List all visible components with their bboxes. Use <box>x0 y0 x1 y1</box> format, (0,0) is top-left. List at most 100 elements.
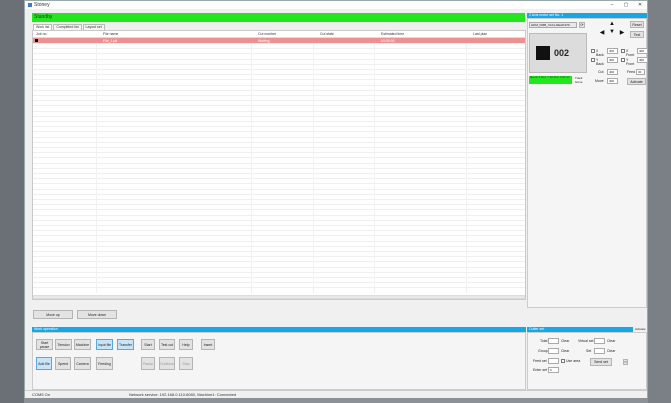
set-label: Set <box>586 349 592 353</box>
close-button[interactable]: ✕ <box>633 1 647 9</box>
grid-line <box>33 188 525 190</box>
window-title: Stoney <box>34 2 50 8</box>
grid-column-line <box>313 43 314 293</box>
machine-panel: HDM_DMB_C101-DEAD37D ⟳ 002 ▲ ◀ ▼ ▶ Reset… <box>527 18 648 308</box>
start-pause-button[interactable]: Start pause <box>36 339 53 350</box>
col-last-plan[interactable]: Last plan <box>473 32 487 36</box>
arrow-right-icon[interactable]: ▶ <box>619 29 625 36</box>
virtual-set-clear-button[interactable]: Clear <box>607 339 615 343</box>
device-select[interactable]: HDM_DMB_C101-DEAD37D <box>529 22 577 28</box>
use-area-checkbox[interactable] <box>561 359 565 363</box>
grid-column-line <box>374 43 375 293</box>
send-set-button[interactable]: Send set <box>590 358 612 366</box>
feed-set-input[interactable] <box>548 358 559 364</box>
feeding-button[interactable]: Feeding <box>96 357 113 370</box>
continue-button[interactable]: Continue <box>159 357 175 370</box>
feed-input[interactable]: 30 <box>636 69 645 75</box>
grid-column-line <box>466 43 467 293</box>
grid-line <box>33 110 525 112</box>
set-input[interactable] <box>594 348 605 354</box>
total-input[interactable] <box>548 338 559 344</box>
virtual-set-label: Virtual set <box>578 339 594 343</box>
grid-line <box>33 261 525 263</box>
grid-line <box>33 235 525 237</box>
grid-line <box>33 121 525 122</box>
move-up-button[interactable]: Move up <box>33 310 73 319</box>
tension-button[interactable]: Tension <box>55 339 72 350</box>
grid-line <box>33 183 525 185</box>
y-back-checkbox[interactable] <box>591 58 595 62</box>
move-down-button[interactable]: Move down <box>77 310 117 319</box>
grid-line <box>33 69 525 70</box>
grid-line <box>33 48 525 50</box>
activate-machine-button[interactable]: Activate <box>627 78 646 85</box>
x-front-checkbox[interactable] <box>621 49 625 53</box>
app-window: Stoney – ▢ ✕ Standby Work list Completed … <box>24 0 648 398</box>
move-label: Move <box>595 79 604 83</box>
machine-button[interactable]: Machine <box>74 339 91 350</box>
speed-button[interactable]: Speed <box>55 357 71 370</box>
camera-button[interactable]: Camera <box>74 357 91 370</box>
cell-cut-state: Waiting <box>258 38 270 43</box>
grid-line <box>33 287 525 289</box>
status-network: Network service: 192.168.0.110:6080, Mac… <box>129 392 237 397</box>
enter-set-input[interactable]: 0 <box>548 367 559 373</box>
minimize-button[interactable]: – <box>605 1 619 9</box>
col-cut-state[interactable]: Cut state <box>320 32 334 36</box>
stop-button[interactable]: Stop <box>179 357 193 370</box>
title-bar: Stoney – ▢ ✕ <box>25 1 647 9</box>
grid-line <box>33 240 525 242</box>
y-front-input[interactable]: 400 <box>637 57 648 63</box>
job-table[interactable]: Job no. File name Cut number Cut state E… <box>32 30 526 300</box>
col-estimated-time[interactable]: Estimated time <box>381 32 404 36</box>
set-clear-button[interactable]: Clear <box>607 349 615 353</box>
horizontal-scrollbar[interactable] <box>33 295 525 299</box>
pause-button[interactable]: Pause <box>141 357 155 370</box>
move-input[interactable]: 400 <box>607 78 618 84</box>
grid-line <box>33 271 525 273</box>
x-back-input[interactable]: 400 <box>607 48 618 54</box>
group-input[interactable] <box>548 348 559 354</box>
total-clear-button[interactable]: Clear <box>561 339 569 343</box>
row-marker-icon <box>35 39 38 42</box>
input-file-button[interactable]: Input file <box>96 339 113 350</box>
add-file-button[interactable]: Add file <box>36 357 52 370</box>
group-clear-button[interactable]: Clear <box>561 349 569 353</box>
y-front-checkbox[interactable] <box>621 58 625 62</box>
grid-line <box>33 162 525 164</box>
col-file-name[interactable]: File name <box>103 32 118 36</box>
grid-line <box>33 147 525 148</box>
x-back-checkbox[interactable] <box>591 49 595 53</box>
grid-line <box>33 282 525 284</box>
small-toggle-button[interactable]: ▭ <box>623 359 628 365</box>
help-button[interactable]: Help <box>179 339 193 350</box>
refresh-icon[interactable]: ⟳ <box>579 22 585 28</box>
col-job-no[interactable]: Job no. <box>36 32 47 36</box>
grid-column-line <box>96 43 97 293</box>
display-value: 002 <box>554 48 570 58</box>
transfer-button[interactable]: Transfer <box>117 339 134 350</box>
insert-button[interactable]: Insert <box>201 339 215 350</box>
y-back-input[interactable]: 400 <box>607 57 618 63</box>
maximize-button[interactable]: ▢ <box>619 1 633 9</box>
x-front-input[interactable]: 400 <box>637 48 648 54</box>
grid-line <box>33 105 525 107</box>
reset-button[interactable]: Reset <box>630 21 644 28</box>
virtual-set-input[interactable] <box>594 338 605 344</box>
arrow-left-icon[interactable]: ◀ <box>599 29 605 36</box>
cutter-activate-link[interactable]: Activate <box>635 327 646 331</box>
test-cut-button[interactable]: Test cut <box>159 339 175 350</box>
grid-line <box>33 157 525 159</box>
grid-line <box>33 225 525 226</box>
grid-line <box>33 79 525 81</box>
col-cut-number[interactable]: Cut number <box>258 32 276 36</box>
grid-line <box>33 193 525 195</box>
y-front-label: Y Front <box>626 58 635 66</box>
start-button[interactable]: Start <box>141 339 155 350</box>
grid-line <box>33 256 525 258</box>
test-button[interactable]: Test <box>630 31 644 38</box>
grid-line <box>33 63 525 65</box>
arrow-down-icon[interactable]: ▼ <box>609 29 615 35</box>
cut-input[interactable]: 400 <box>607 69 618 75</box>
arrow-up-icon[interactable]: ▲ <box>609 21 615 27</box>
